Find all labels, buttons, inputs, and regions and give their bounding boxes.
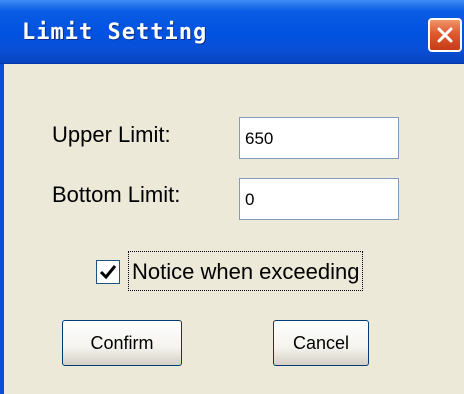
checkmark-icon: [99, 265, 117, 280]
notice-checkbox[interactable]: [96, 260, 120, 284]
upper-limit-label: Upper Limit:: [52, 122, 171, 147]
title-bar[interactable]: Limit Setting: [0, 0, 464, 64]
notice-checkbox-label[interactable]: Notice when exceeding: [128, 251, 364, 291]
close-button[interactable]: [428, 18, 462, 52]
window-frame-left: [0, 64, 4, 394]
limit-setting-dialog: Limit Setting Upper Limit: 650 Bottom Li…: [0, 0, 464, 394]
close-icon: [437, 27, 453, 43]
cancel-button[interactable]: Cancel: [273, 320, 369, 366]
bottom-limit-input[interactable]: 0: [239, 178, 399, 220]
upper-limit-input[interactable]: 650: [239, 117, 399, 159]
dialog-title: Limit Setting: [22, 20, 208, 45]
bottom-limit-label: Bottom Limit:: [52, 182, 181, 207]
confirm-button[interactable]: Confirm: [62, 320, 182, 366]
